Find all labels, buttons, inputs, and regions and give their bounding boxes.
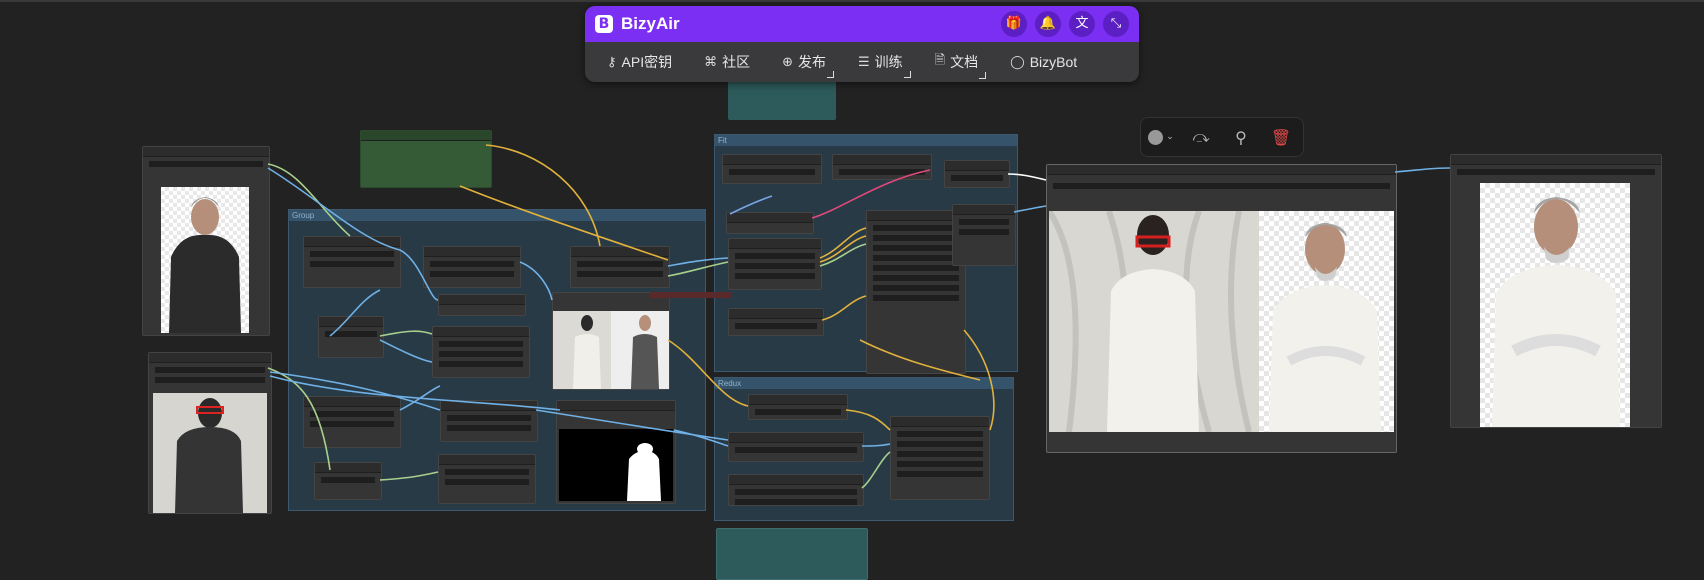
pin-button[interactable]: ⚲: [1221, 118, 1261, 156]
color-swatch-icon: [1148, 129, 1164, 145]
chevron-down-icon: ⌄: [1166, 132, 1174, 142]
list-icon: ☰: [858, 54, 870, 70]
app-title: BizyAir: [621, 14, 680, 33]
delete-button[interactable]: 🗑: [1261, 118, 1301, 156]
command-icon: ⌘: [704, 54, 718, 70]
menu-item-api-key[interactable]: ⚷ API密钥: [607, 52, 672, 72]
globe-icon: ⊕: [782, 54, 794, 70]
bypass-button[interactable]: ⤼: [1181, 118, 1221, 156]
bizyair-logo-icon: B: [595, 15, 613, 33]
node-links: [267, 144, 1451, 489]
external-link-icon: [979, 72, 987, 79]
external-link-icon: [903, 71, 911, 78]
collapse-icon[interactable]: ⤡: [1103, 11, 1129, 37]
pin-icon: ⚲: [1235, 127, 1247, 147]
bizyair-header: B BizyAir 🎁 🔔 文 ⤡: [585, 6, 1139, 42]
trash-icon: 🗑: [1270, 127, 1292, 147]
external-link-icon: [827, 71, 835, 78]
menu-label: 训练: [874, 54, 903, 70]
selection-toolbar: ⌄ ⤼ ⚲ 🗑: [1140, 117, 1304, 157]
gift-icon[interactable]: 🎁: [1001, 11, 1027, 37]
color-swatch-button[interactable]: ⌄: [1141, 118, 1181, 156]
bizyair-menu: ⚷ API密钥 ⌘ 社区 ⊕ 发布 ☰ 训练 🗎 文档 ◯ BizyBot: [585, 42, 1139, 82]
chat-icon: ◯: [1010, 54, 1025, 70]
menu-label: 社区: [722, 54, 751, 70]
bizyair-panel[interactable]: B BizyAir 🎁 🔔 文 ⤡ ⚷ API密钥 ⌘ 社区 ⊕ 发布 ☰ 训练 🗎 文档…: [585, 6, 1139, 82]
menu-item-train[interactable]: ☰ 训练: [858, 52, 911, 78]
menu-item-bizybot[interactable]: ◯ BizyBot: [1010, 54, 1077, 70]
menu-label: 发布: [798, 54, 827, 70]
translate-icon[interactable]: 文: [1069, 11, 1095, 37]
menu-label: API密钥: [621, 54, 673, 70]
bell-icon[interactable]: 🔔: [1035, 11, 1061, 37]
menu-label: 文档: [950, 54, 979, 70]
menu-label: BizyBot: [1029, 54, 1078, 70]
bypass-icon: ⤼: [1192, 127, 1210, 146]
document-icon: 🗎: [934, 53, 946, 68]
key-icon: ⚷: [607, 54, 617, 70]
menu-item-community[interactable]: ⌘ 社区: [704, 52, 750, 72]
menu-item-publish[interactable]: ⊕ 发布: [782, 52, 835, 78]
menu-item-docs[interactable]: 🗎 文档: [934, 51, 987, 79]
